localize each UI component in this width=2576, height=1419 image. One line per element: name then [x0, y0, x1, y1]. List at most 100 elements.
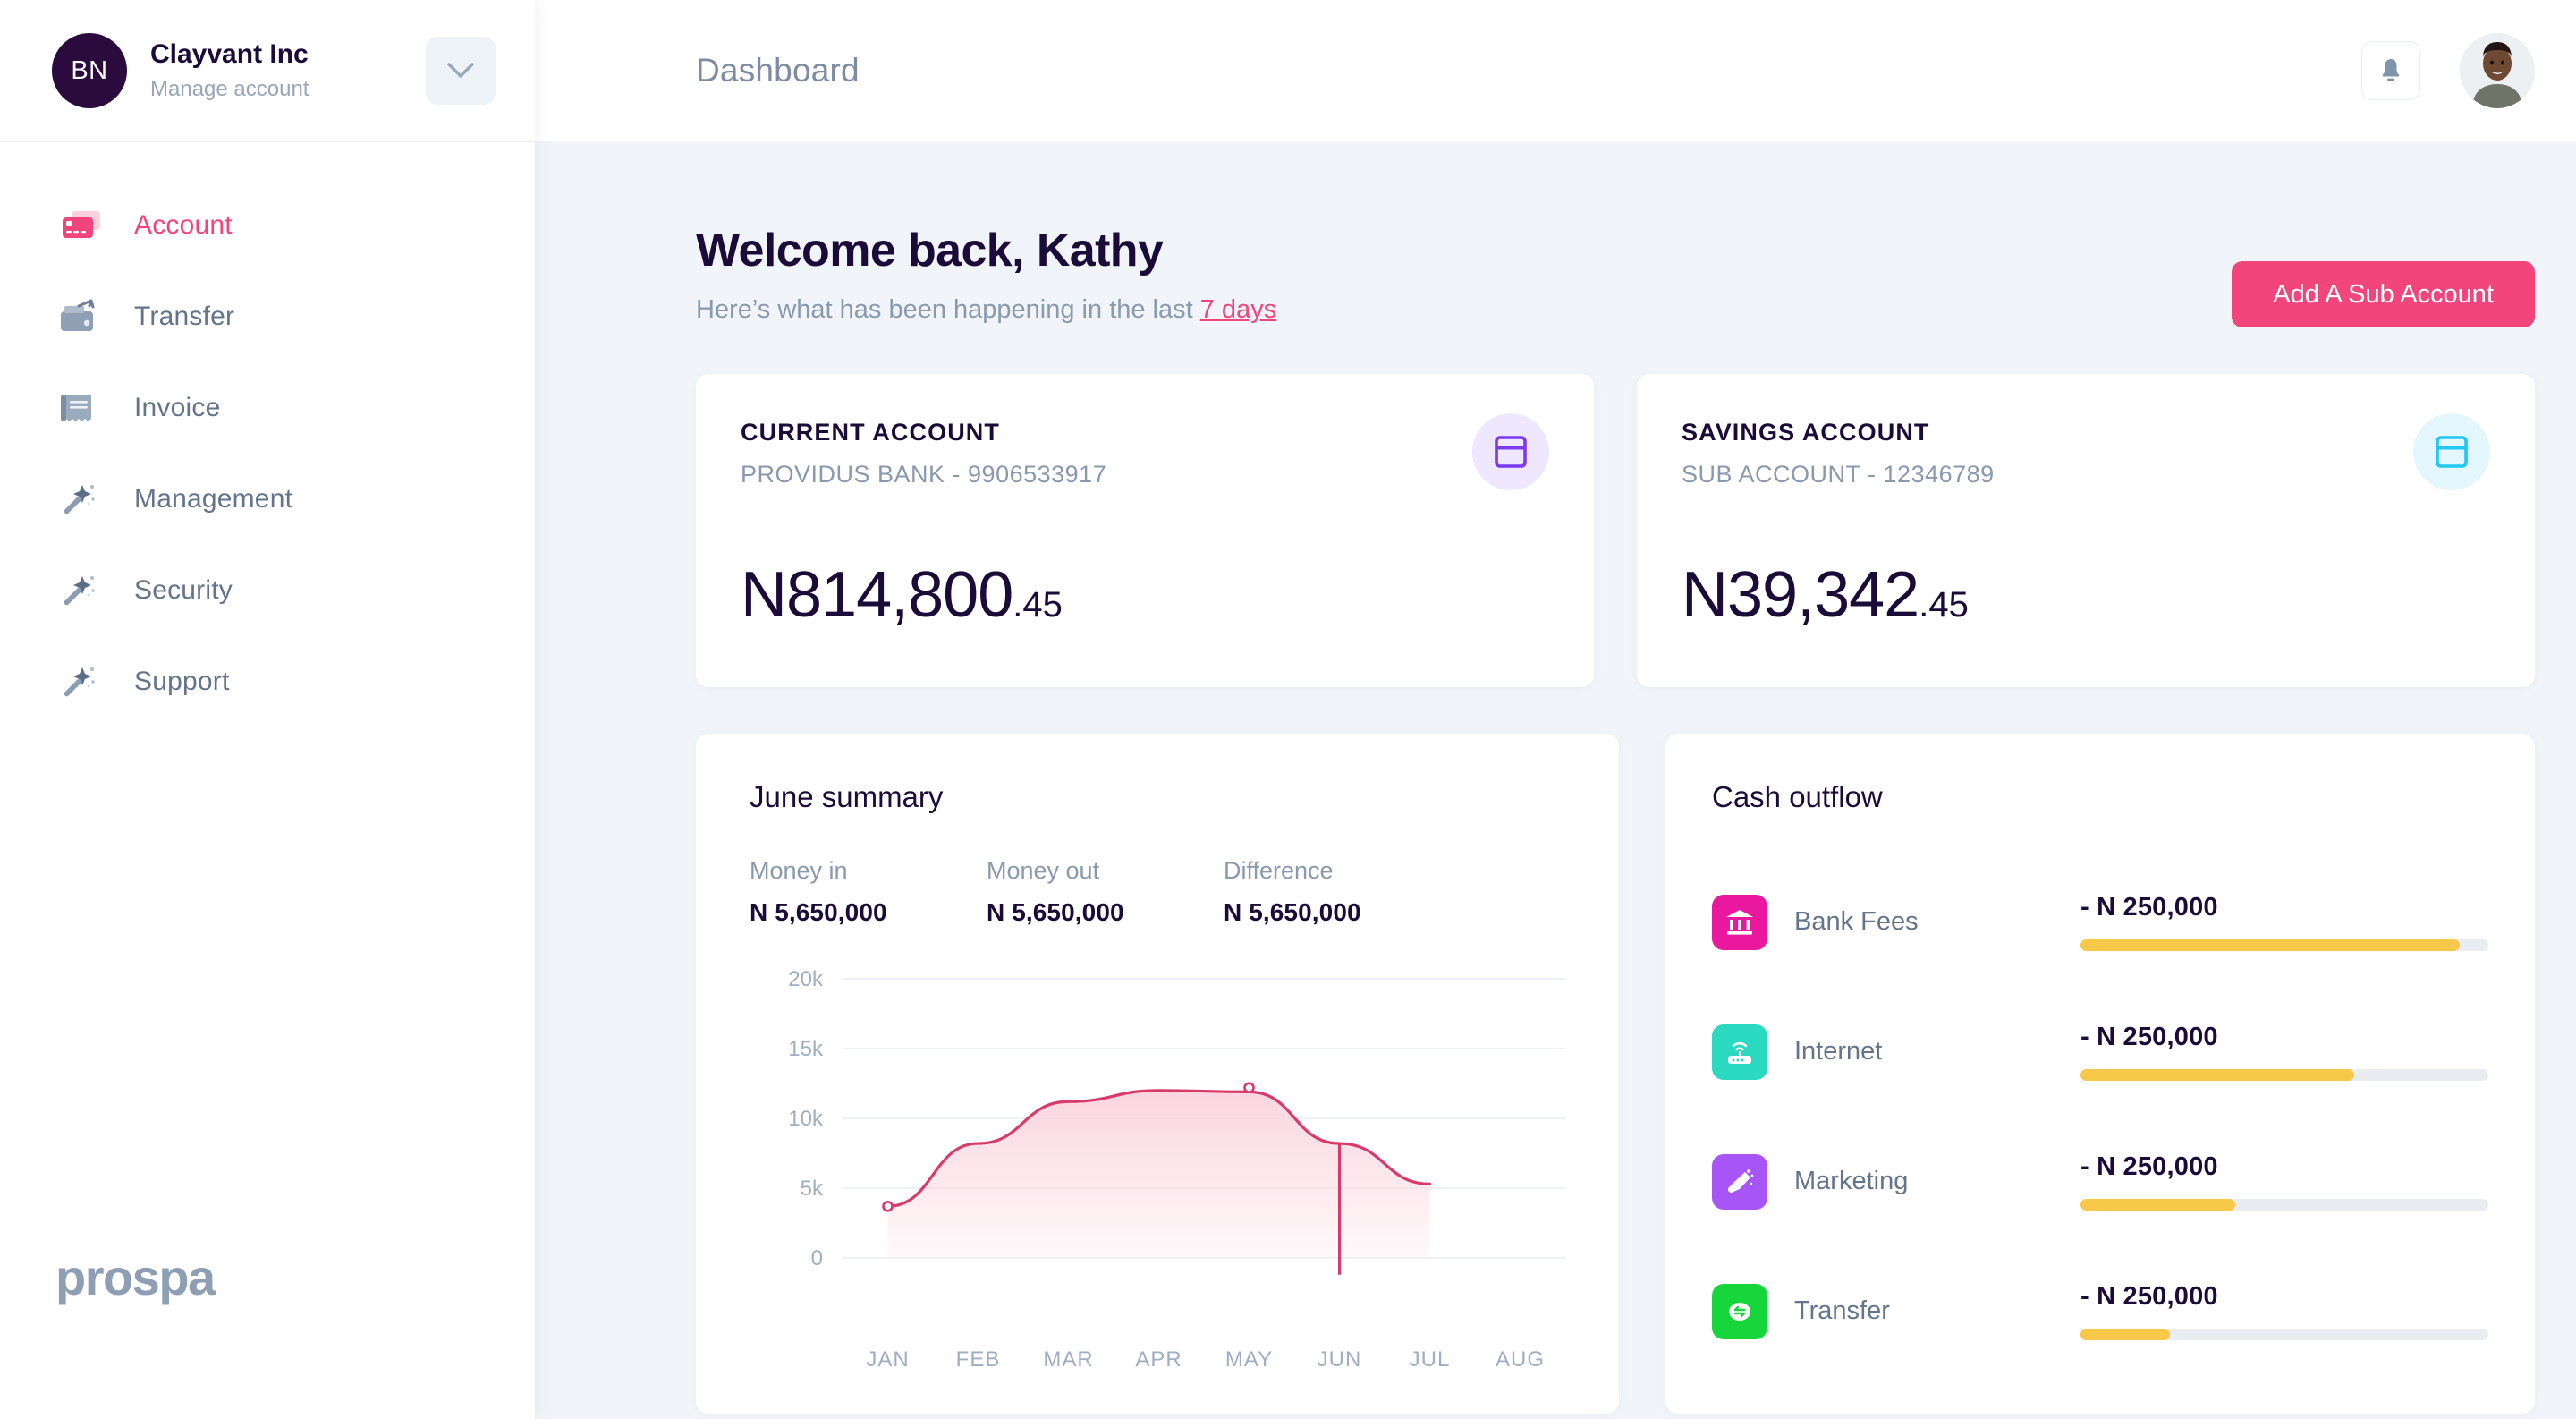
- magic-wand-icon: [59, 659, 104, 704]
- org-subtitle: Manage account: [150, 76, 309, 101]
- sidebar-nav: Account Transfer Invoice Management Secu…: [0, 142, 535, 727]
- sidebar-item-transfer[interactable]: Transfer: [0, 271, 535, 362]
- x-tick: MAR: [1043, 1347, 1094, 1372]
- stat-label: Difference: [1224, 857, 1334, 884]
- outflow-row-right: - N 250,000: [2080, 1152, 2488, 1211]
- outflow-title: Cash outflow: [1712, 780, 1883, 813]
- card-icon: [1495, 436, 1527, 468]
- account-amount-main: N814,800: [741, 559, 1013, 631]
- outflow-row-right: - N 250,000: [2080, 1023, 2488, 1081]
- account-card-label: CURRENT ACCOUNT: [741, 419, 1000, 446]
- stat-label: Money in: [750, 857, 848, 884]
- sidebar-item-account[interactable]: Account: [0, 180, 535, 271]
- sidebar-item-label: Invoice: [134, 393, 221, 422]
- stat-money-out: Money out N 5,650,000: [987, 857, 1224, 927]
- account-card-meta: SUB ACCOUNT - 12346789: [1682, 461, 1995, 488]
- outflow-progress-track: [2080, 1069, 2488, 1081]
- account-card-meta: PROVIDUS BANK - 9906533917: [741, 461, 1107, 488]
- sidebar-item-management[interactable]: Management: [0, 454, 535, 545]
- outflow-category-label: Marketing: [1794, 1167, 1909, 1195]
- router-icon: [1712, 1024, 1767, 1080]
- outflow-category-label: Internet: [1794, 1037, 1883, 1066]
- welcome-heading: Welcome back, Kathy: [696, 225, 1164, 276]
- outflow-category-label: Transfer: [1794, 1296, 1890, 1325]
- account-amount-cents: .45: [1013, 585, 1063, 625]
- outflow-amount: - N 250,000: [2080, 1023, 2218, 1051]
- wallet-arrow-icon: [59, 294, 104, 339]
- stat-value: N 5,650,000: [750, 898, 887, 926]
- sidebar: BN Clayvant Inc Manage account Account T…: [0, 0, 535, 1419]
- org-initials: BN: [71, 55, 108, 85]
- org-switcher[interactable]: BN Clayvant Inc Manage account: [0, 0, 535, 141]
- account-card-label: SAVINGS ACCOUNT: [1682, 419, 1930, 446]
- outflow-row[interactable]: Marketing - N 250,000: [1712, 1117, 2488, 1246]
- page-title: Dashboard: [696, 52, 860, 89]
- cashflow-area-chart: 0 5k 10k 15k 20k: [788, 967, 1565, 1275]
- outflow-amount: - N 250,000: [2080, 1152, 2218, 1181]
- outflow-category-label: Bank Fees: [1794, 907, 1919, 936]
- x-tick: APR: [1135, 1347, 1182, 1372]
- avatar[interactable]: [2460, 33, 2535, 108]
- x-tick: JUL: [1409, 1347, 1451, 1372]
- cashflow-chart: 0 5k 10k 15k 20k: [750, 963, 1565, 1338]
- outflow-row[interactable]: Transfer - N 250,000: [1712, 1246, 2488, 1376]
- user-avatar-image: [2460, 33, 2535, 108]
- add-sub-account-button[interactable]: Add A Sub Account: [2232, 261, 2535, 327]
- lower-panels: June summary Money in N 5,650,000 Money …: [696, 734, 2535, 1414]
- welcome-subtitle: Here’s what has been happening in the la…: [696, 295, 2232, 325]
- app-root: BN Clayvant Inc Manage account Account T…: [0, 0, 2576, 1419]
- svg-text:10k: 10k: [788, 1107, 824, 1131]
- sidebar-item-label: Account: [134, 210, 233, 240]
- notifications-button[interactable]: [2361, 41, 2420, 100]
- sidebar-item-security[interactable]: Security: [0, 545, 535, 636]
- account-cards: CURRENT ACCOUNT PROVIDUS BANK - 99065339…: [696, 374, 2535, 687]
- org-name: Clayvant Inc: [150, 39, 309, 70]
- svg-text:20k: 20k: [788, 967, 824, 991]
- x-tick: MAY: [1224, 1347, 1274, 1372]
- svg-text:15k: 15k: [788, 1037, 824, 1061]
- sidebar-item-label: Security: [134, 575, 233, 605]
- outflow-row-right: - N 250,000: [2080, 1282, 2488, 1340]
- magic-wand-icon: [59, 477, 104, 522]
- summary-stats: Money in N 5,650,000 Money out N 5,650,0…: [750, 857, 1565, 927]
- outflow-progress-track: [2080, 1199, 2488, 1211]
- welcome-section: Welcome back, Kathy Here’s what has been…: [696, 141, 2535, 327]
- outflow-progress-track: [2080, 1329, 2488, 1340]
- stat-label: Money out: [987, 857, 1100, 884]
- account-card-current[interactable]: CURRENT ACCOUNT PROVIDUS BANK - 99065339…: [696, 374, 1594, 687]
- sidebar-item-support[interactable]: Support: [0, 636, 535, 727]
- outflow-progress-fill: [2080, 1069, 2354, 1081]
- sidebar-item-label: Transfer: [134, 302, 235, 331]
- topbar: Dashboard: [535, 0, 2576, 141]
- magic-wand-icon: [59, 568, 104, 613]
- outflow-row-right: - N 250,000: [2080, 893, 2488, 951]
- welcome-text: Welcome back, Kathy Here’s what has been…: [696, 224, 2232, 325]
- outflow-row[interactable]: Bank Fees - N 250,000: [1712, 857, 2488, 987]
- outflow-progress-track: [2080, 939, 2488, 951]
- account-card-icon-badge: [2413, 413, 2490, 490]
- date-range-link[interactable]: 7 days: [1200, 295, 1276, 324]
- stat-value: N 5,650,000: [1224, 898, 1361, 926]
- org-text-block: Clayvant Inc Manage account: [150, 38, 402, 103]
- account-amount-main: N39,342: [1682, 559, 1919, 631]
- cash-outflow-panel: Cash outflow Bank Fees - N 250,000 Inter…: [1665, 734, 2535, 1414]
- summary-title: June summary: [750, 780, 944, 813]
- megaphone-icon: [1712, 1153, 1767, 1210]
- account-amount-cents: .45: [1919, 585, 1969, 625]
- bell-icon: [2382, 59, 2400, 81]
- org-chevron-button[interactable]: [426, 37, 496, 105]
- chart-x-axis: JAN FEB MAR APR MAY JUN JUL AUG: [843, 1347, 1565, 1372]
- outflow-amount: - N 250,000: [2080, 893, 2218, 922]
- outflow-progress-fill: [2080, 939, 2461, 951]
- outflow-row[interactable]: Internet - N 250,000: [1712, 987, 2488, 1117]
- exchange-icon: [1712, 1283, 1767, 1339]
- account-card-amount: N39,342.45: [1682, 558, 1969, 632]
- stat-money-in: Money in N 5,650,000: [750, 857, 987, 927]
- outflow-list: Bank Fees - N 250,000 Internet - N 250,0…: [1712, 857, 2488, 1376]
- stat-value: N 5,650,000: [987, 898, 1124, 926]
- bank-icon: [1712, 894, 1767, 950]
- account-card-savings[interactable]: SAVINGS ACCOUNT SUB ACCOUNT - 12346789 N…: [1637, 374, 2535, 687]
- sidebar-item-invoice[interactable]: Invoice: [0, 362, 535, 454]
- june-summary-panel: June summary Money in N 5,650,000 Money …: [696, 734, 1619, 1414]
- stat-difference: Difference N 5,650,000: [1224, 857, 1461, 927]
